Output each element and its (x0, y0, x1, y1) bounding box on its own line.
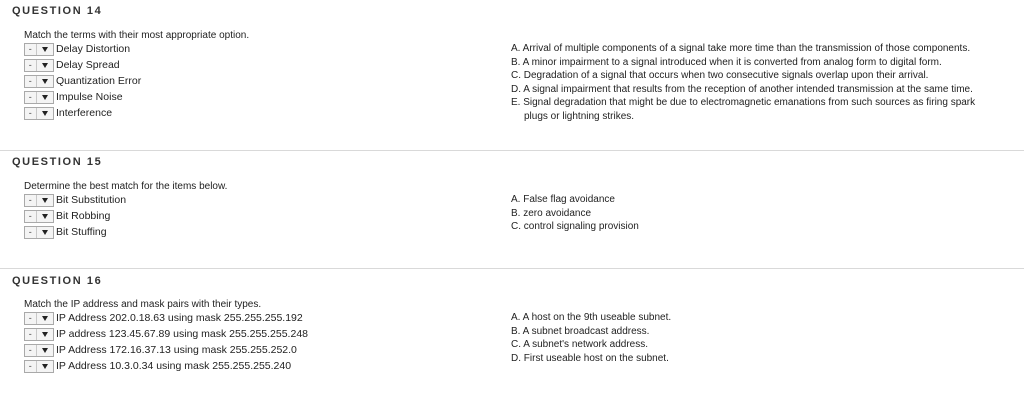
question-16-options: A. A host on the 9th useable subnet. B. … (511, 311, 1011, 365)
term-label: IP address 123.45.67.89 using mask 255.2… (56, 328, 308, 340)
question-15-terms: - Bit Substitution - Bit Robbing - Bit S… (24, 192, 126, 240)
option-e-continuation: plugs or lightning strikes. (524, 110, 635, 122)
term-row: - IP address 123.45.67.89 using mask 255… (24, 326, 308, 342)
option-d: D. First useable host on the subnet. (511, 352, 669, 364)
dropdown-arrow-icon[interactable] (35, 194, 53, 206)
term-row: - IP Address 172.16.37.13 using mask 255… (24, 342, 308, 358)
term-label: IP Address 10.3.0.34 using mask 255.255.… (56, 360, 292, 372)
dropdown-arrow-icon[interactable] (35, 344, 53, 356)
term-row: - IP Address 202.0.18.63 using mask 255.… (24, 310, 308, 326)
term-row: - Delay Distortion (24, 41, 141, 57)
answer-dropdown[interactable]: - (24, 343, 54, 357)
term-label: Delay Distortion (56, 43, 131, 55)
term-row: - Bit Stuffing (24, 224, 126, 240)
dropdown-value: - (28, 312, 32, 323)
question-15-title: QUESTION 15 (12, 156, 103, 168)
answer-dropdown[interactable]: - (24, 90, 54, 104)
option-a: A. A host on the 9th useable subnet. (511, 312, 672, 323)
dropdown-value: - (28, 210, 32, 221)
dropdown-value: - (28, 91, 32, 102)
dropdown-value: - (28, 194, 32, 205)
option-a: A. False flag avoidance (511, 194, 615, 205)
option-c: C. A subnet's network address. (511, 339, 648, 350)
dropdown-value: - (28, 107, 32, 118)
term-row: - IP Address 10.3.0.34 using mask 255.25… (24, 358, 308, 374)
question-15-options: A. False flag avoidance B. zero avoidanc… (511, 193, 1011, 234)
answer-dropdown[interactable]: - (24, 327, 54, 341)
option-c: C. Degradation of a signal that occurs w… (511, 70, 929, 81)
answer-dropdown[interactable]: - (24, 193, 54, 207)
question-divider (0, 150, 1024, 151)
term-row: - Quantization Error (24, 73, 141, 89)
dropdown-arrow-icon[interactable] (35, 312, 53, 324)
dropdown-arrow-icon[interactable] (35, 107, 53, 119)
dropdown-arrow-icon[interactable] (35, 226, 53, 238)
dropdown-arrow-icon[interactable] (35, 328, 53, 340)
question-15-prompt: Determine the best match for the items b… (24, 181, 228, 192)
answer-dropdown[interactable]: - (24, 42, 54, 56)
term-row: - Impulse Noise (24, 89, 141, 105)
answer-dropdown[interactable]: - (24, 106, 54, 120)
question-16-prompt: Match the IP address and mask pairs with… (24, 299, 262, 310)
term-label: Impulse Noise (56, 91, 123, 103)
term-row: - Delay Spread (24, 57, 141, 73)
term-label: Interference (56, 107, 113, 119)
dropdown-arrow-icon[interactable] (35, 360, 53, 372)
term-label: Bit Stuffing (56, 226, 107, 238)
term-label: IP Address 172.16.37.13 using mask 255.2… (56, 344, 297, 356)
term-label: Quantization Error (56, 75, 142, 87)
dropdown-value: - (28, 43, 32, 54)
option-e-text: E. Signal degradation that might be due … (511, 97, 976, 108)
answer-dropdown[interactable]: - (24, 58, 54, 72)
dropdown-value: - (28, 344, 32, 355)
dropdown-value: - (28, 75, 32, 86)
dropdown-value: - (28, 59, 32, 70)
dropdown-arrow-icon[interactable] (35, 43, 53, 55)
term-row: - Bit Substitution (24, 192, 126, 208)
term-label: Bit Robbing (56, 210, 111, 222)
question-14-options: A. Arrival of multiple components of a s… (511, 42, 1011, 123)
term-label: IP Address 202.0.18.63 using mask 255.25… (56, 312, 303, 324)
question-16-title: QUESTION 16 (12, 275, 103, 287)
option-b: B. A subnet broadcast address. (511, 325, 650, 337)
option-a: A. Arrival of multiple components of a s… (511, 43, 971, 54)
answer-dropdown[interactable]: - (24, 311, 54, 325)
term-label: Delay Spread (56, 59, 120, 71)
dropdown-arrow-icon[interactable] (35, 210, 53, 222)
answer-dropdown[interactable]: - (24, 209, 54, 223)
term-row: - Bit Robbing (24, 208, 126, 224)
option-b: B. A minor impairment to a signal introd… (511, 56, 942, 68)
term-row: - Interference (24, 105, 141, 121)
dropdown-arrow-icon[interactable] (35, 75, 53, 87)
dropdown-value: - (28, 226, 32, 237)
question-14-terms: - Delay Distortion - Delay Spread - Quan… (24, 41, 141, 121)
answer-dropdown[interactable]: - (24, 359, 54, 373)
dropdown-arrow-icon[interactable] (35, 59, 53, 71)
dropdown-arrow-icon[interactable] (35, 91, 53, 103)
term-label: Bit Substitution (56, 194, 127, 206)
question-divider (0, 268, 1024, 269)
question-14-title: QUESTION 14 (12, 5, 103, 17)
option-e: E. Signal degradation that might be due … (511, 96, 1011, 123)
option-c: C. control signaling provision (511, 221, 639, 232)
answer-dropdown[interactable]: - (24, 225, 54, 239)
question-14-prompt: Match the terms with their most appropri… (24, 30, 250, 41)
answer-dropdown[interactable]: - (24, 74, 54, 88)
option-d: D. A signal impairment that results from… (511, 83, 973, 95)
dropdown-value: - (28, 360, 32, 371)
option-b: B. zero avoidance (511, 207, 592, 219)
dropdown-value: - (28, 328, 32, 339)
question-16-terms: - IP Address 202.0.18.63 using mask 255.… (24, 310, 308, 374)
